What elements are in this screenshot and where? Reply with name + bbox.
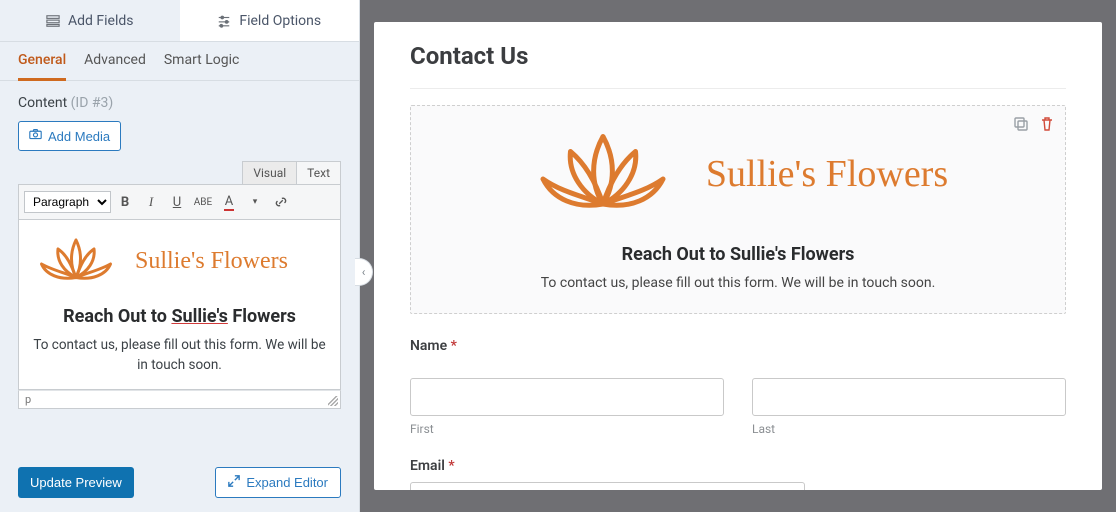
editor-heading: Reach Out to Sullie's Flowers (31, 306, 328, 327)
resize-grip-icon[interactable] (328, 396, 338, 406)
preview-heading: Reach Out to Sullie's Flowers (433, 244, 1043, 265)
add-media-button[interactable]: Add Media (18, 121, 121, 151)
editor-tab-text[interactable]: Text (297, 161, 341, 184)
preview-paragraph: To contact us, please fill out this form… (433, 275, 1043, 291)
editor-body[interactable]: Sullie's Flowers Reach Out to Sullie's F… (18, 220, 341, 390)
email-label: Email * (410, 458, 1066, 474)
editor-status-path: p (18, 390, 341, 409)
delete-button[interactable] (1039, 116, 1055, 132)
content-block[interactable]: Sullie's Flowers Reach Out to Sullie's F… (410, 105, 1066, 314)
field-id-meta: (ID #3) (71, 95, 114, 111)
last-name-sublabel: Last (752, 422, 1066, 436)
text-color-button[interactable]: A (217, 190, 241, 214)
chevron-left-icon: ‹ (362, 265, 366, 279)
tab-add-fields-label: Add Fields (68, 13, 134, 29)
italic-button[interactable]: I (139, 190, 163, 214)
subtab-general[interactable]: General (18, 52, 66, 81)
editor-toolbar: Paragraph B I U ABE A ▾ (18, 184, 341, 220)
bold-button[interactable]: B (113, 190, 137, 214)
first-name-input[interactable] (410, 378, 724, 416)
brand-name: Sullie's Flowers (135, 248, 288, 275)
editor-tab-visual[interactable]: Visual (242, 161, 297, 184)
page-title: Contact Us (410, 42, 1066, 89)
editor-paragraph: To contact us, please fill out this form… (31, 335, 328, 376)
lotus-icon (528, 124, 678, 224)
lotus-icon (31, 230, 121, 292)
link-button[interactable] (269, 190, 293, 214)
tab-field-options[interactable]: Field Options (180, 0, 360, 41)
last-name-input[interactable] (752, 378, 1066, 416)
underline-button[interactable]: U (165, 190, 189, 214)
field-label: Content (18, 95, 67, 111)
add-media-label: Add Media (48, 129, 110, 144)
preview-brand-name: Sullie's Flowers (706, 152, 948, 196)
expand-editor-button[interactable]: Expand Editor (215, 467, 341, 498)
text-color-dropdown[interactable]: ▾ (243, 190, 267, 214)
expand-icon (228, 475, 240, 490)
name-label: Name * (410, 338, 1066, 354)
camera-icon (29, 128, 42, 144)
duplicate-button[interactable] (1013, 116, 1029, 132)
email-input[interactable] (410, 482, 805, 490)
list-icon (46, 14, 60, 28)
format-select[interactable]: Paragraph (24, 191, 111, 213)
strikethrough-button[interactable]: ABE (191, 190, 215, 214)
tab-add-fields[interactable]: Add Fields (0, 0, 180, 41)
subtab-smart-logic[interactable]: Smart Logic (164, 52, 239, 80)
first-name-sublabel: First (410, 422, 724, 436)
tab-field-options-label: Field Options (239, 13, 321, 29)
update-preview-button[interactable]: Update Preview (18, 467, 134, 498)
subtab-advanced[interactable]: Advanced (84, 52, 146, 80)
sliders-icon (217, 14, 231, 28)
expand-editor-label: Expand Editor (246, 475, 328, 490)
